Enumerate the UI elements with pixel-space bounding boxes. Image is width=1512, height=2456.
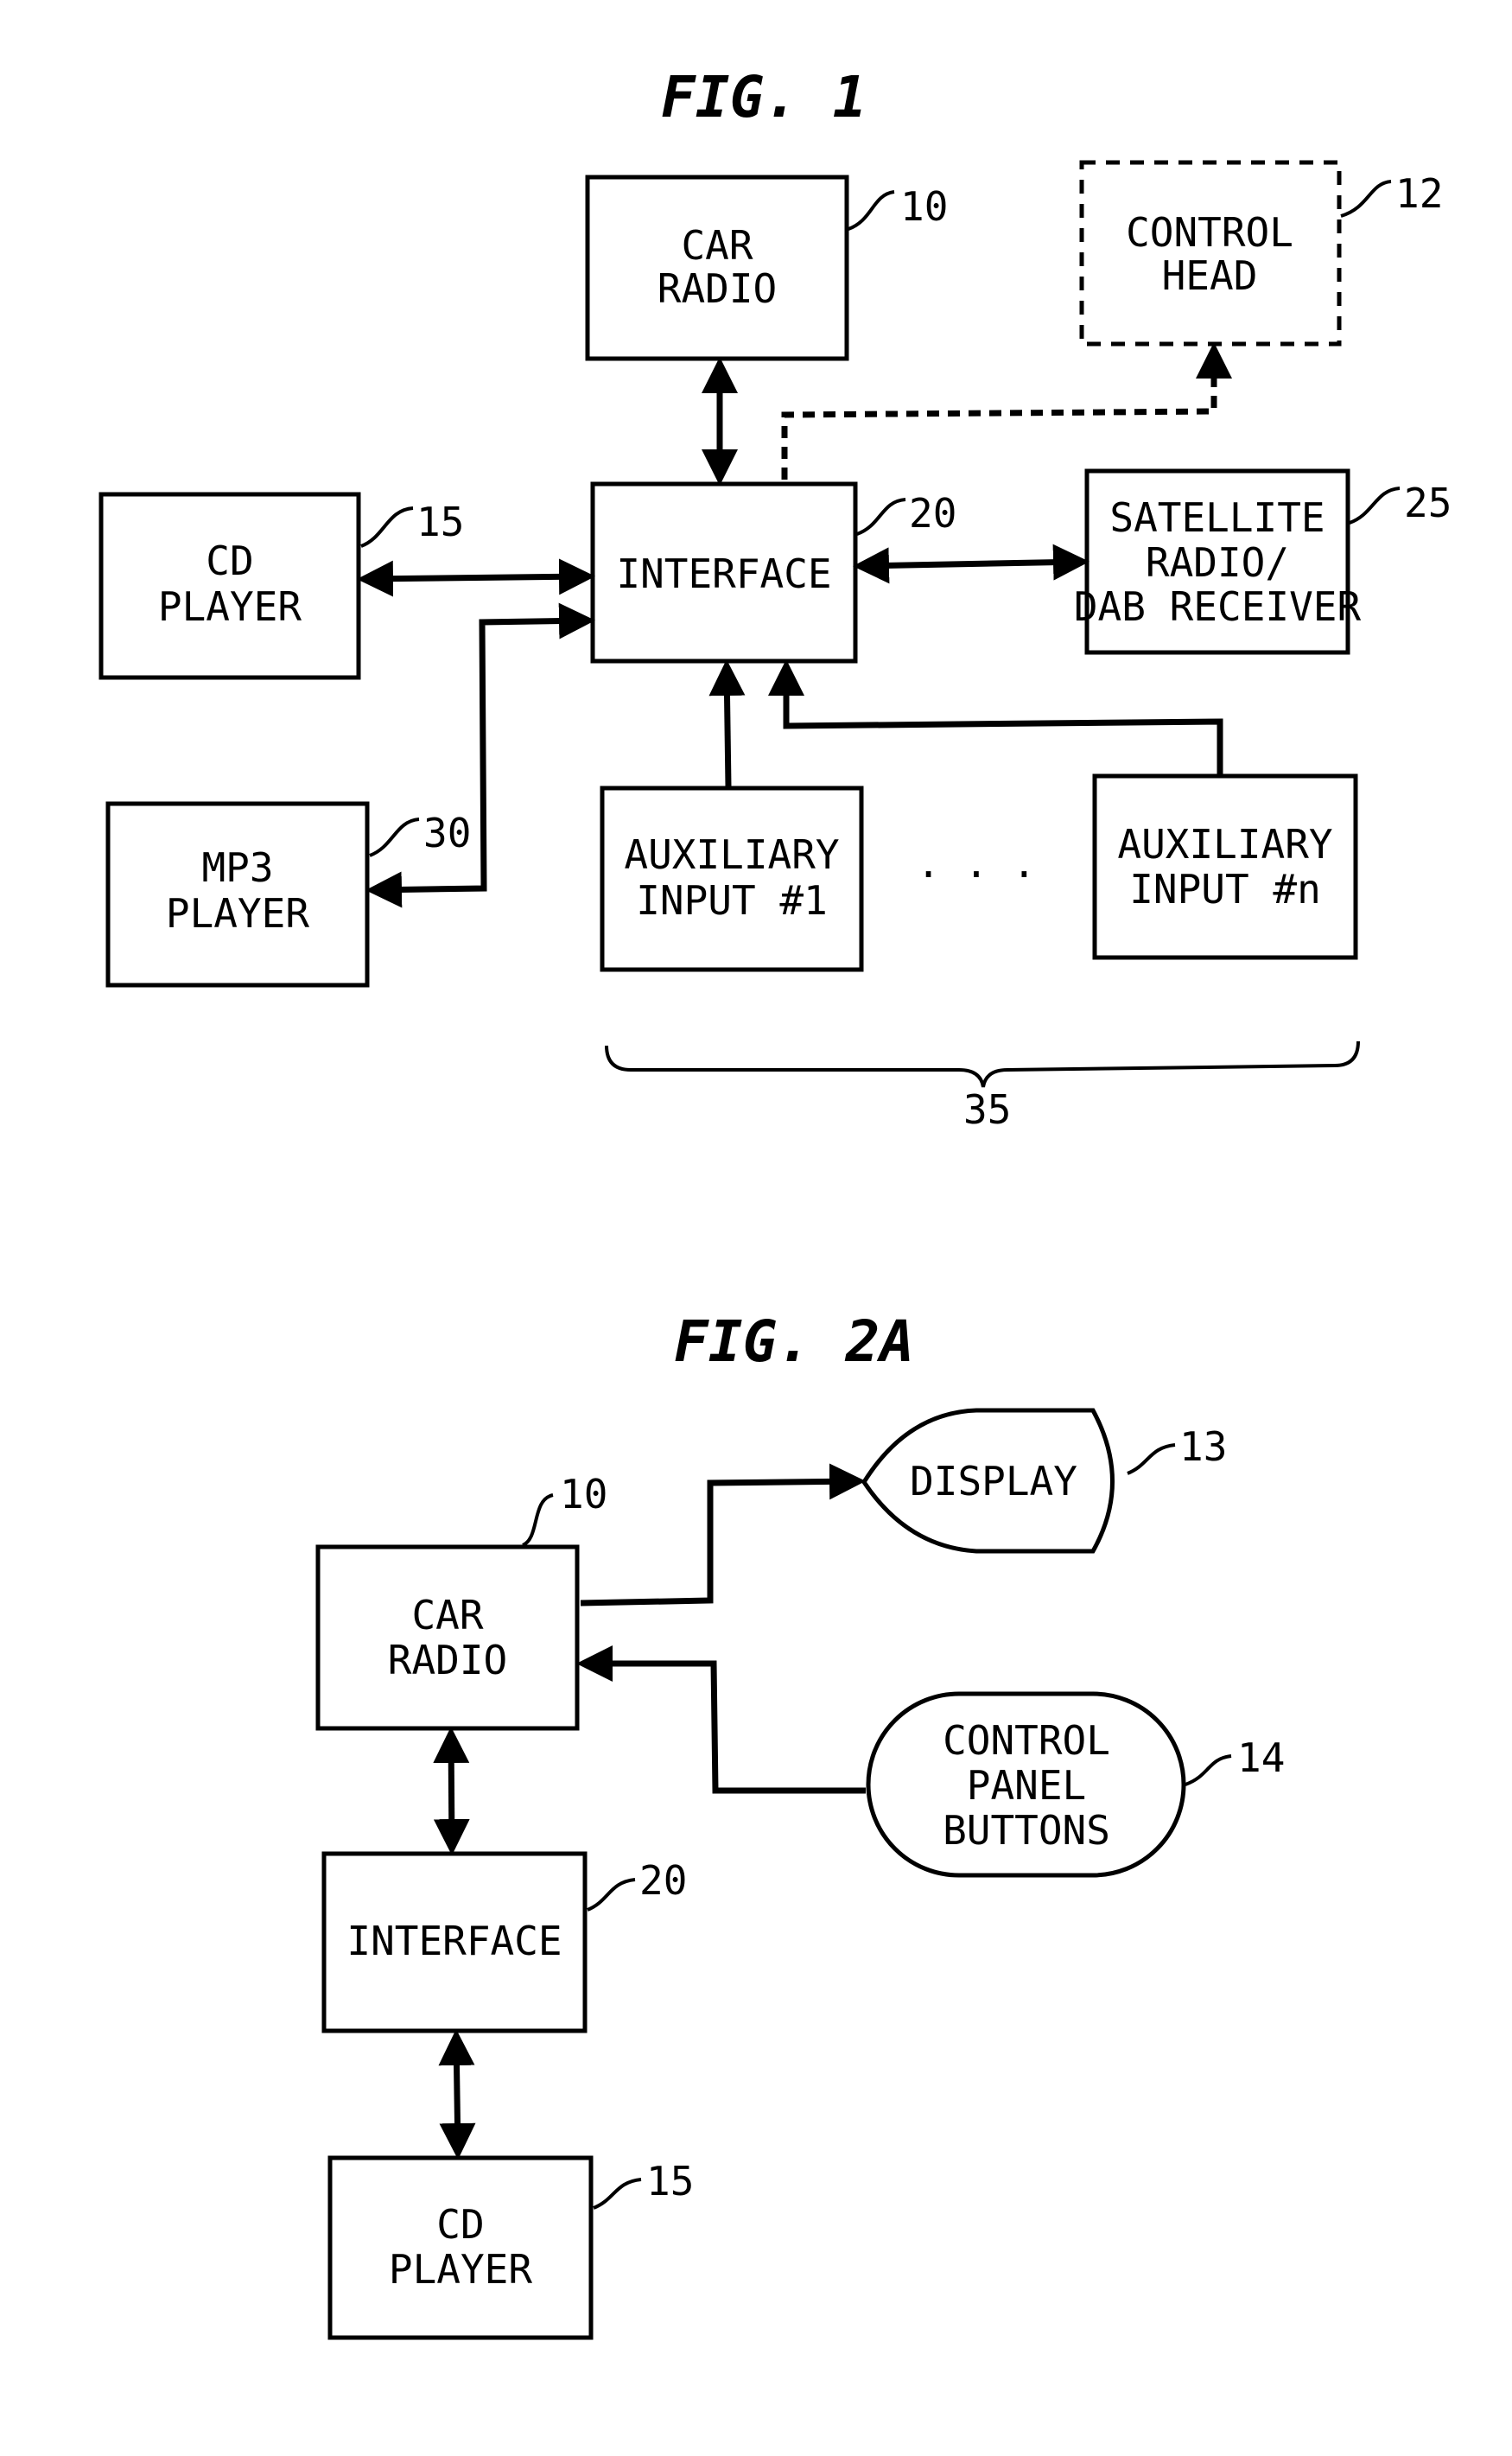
display-label: DISPLAY [910, 1458, 1077, 1505]
fig2a-cd-player-block: CD PLAYER 15 [327, 2155, 694, 2340]
fig2a-interface-ref: 20 [639, 1857, 687, 1904]
patent-drawing-sheet: FIG. 1 CAR RADIO 10 CONTROL HEAD 12 CD P… [0, 0, 1512, 2456]
fig1-cd-player-block: CD PLAYER 15 [98, 492, 464, 680]
display-ref: 13 [1179, 1423, 1227, 1470]
aux1-label-2: INPUT #1 [636, 877, 828, 924]
fig2a-car-radio-label-1: CAR [411, 1592, 483, 1638]
control-panel-ref: 14 [1237, 1734, 1285, 1781]
control-panel-label-2: PANEL [967, 1762, 1086, 1809]
auxn-label-1: AUXILIARY [1117, 821, 1332, 868]
fig2a-cd-ref: 15 [646, 2158, 694, 2205]
wire-radio-interface-2a [433, 1727, 470, 1855]
fig2a-interface-label: INTERFACE [346, 1918, 562, 1964]
fig2a-interface-block: INTERFACE 20 [321, 1851, 687, 2033]
fig2a-control-panel-block: CONTROL PANEL BUTTONS 14 [866, 1691, 1285, 1878]
satellite-label-2: RADIO/ [1146, 539, 1289, 586]
car-radio-label-2: RADIO [658, 265, 777, 312]
aux-group-ref: 35 [963, 1086, 1011, 1133]
wire-interface-control-head [781, 342, 1232, 480]
fig1-title: FIG. 1 [661, 64, 867, 130]
wire-aux1-interface [708, 659, 746, 787]
aux1-label-1: AUXILIARY [624, 831, 839, 878]
mp3-label-1: MP3 [201, 844, 273, 891]
fig1-control-head-block: CONTROL HEAD 12 [1079, 160, 1443, 347]
fig2a-car-radio-block: CAR RADIO 10 [315, 1471, 607, 1731]
cd-player-label-1: CD [206, 538, 253, 584]
control-panel-label-3: BUTTONS [943, 1807, 1110, 1854]
wire-interface-cd-2a [438, 2029, 476, 2160]
mp3-ref: 30 [423, 810, 471, 856]
wire-mp3-interface [365, 602, 595, 908]
satellite-ref: 25 [1404, 480, 1452, 526]
aux-group-brace [605, 1040, 1360, 1088]
fig1-aux-input-n-block: AUXILIARY INPUT #n [1092, 773, 1358, 960]
satellite-label-3: DAB RECEIVER [1074, 583, 1362, 630]
fig1-satellite-receiver-block: SATELLITE RADIO/ DAB RECEIVER 25 [1074, 468, 1452, 655]
control-head-label-2: HEAD [1162, 252, 1258, 299]
control-head-ref: 12 [1395, 170, 1443, 217]
wire-auxn-interface [768, 659, 1223, 774]
cd-player-ref: 15 [416, 499, 464, 545]
wire-controlpanel-radio [576, 1645, 866, 1794]
fig2a-cd-label-2: PLAYER [389, 2246, 532, 2293]
diagram-svg: FIG. 1 CAR RADIO 10 CONTROL HEAD 12 CD P… [98, 64, 1452, 2340]
fig1-interface-block: INTERFACE 20 [590, 481, 956, 664]
fig1-car-radio-block: CAR RADIO 10 [585, 175, 948, 361]
fig2a-display-block: DISPLAY 13 [861, 1408, 1227, 1554]
control-panel-label-1: CONTROL [943, 1717, 1110, 1764]
auxn-label-2: INPUT #n [1129, 866, 1321, 913]
fig2a-cd-label-1: CD [436, 2201, 484, 2248]
cd-player-label-2: PLAYER [158, 583, 302, 630]
wire-cd-interface [357, 558, 595, 597]
interface-ref: 20 [909, 490, 956, 537]
control-head-label-1: CONTROL [1126, 209, 1293, 256]
fig1-mp3-player-block: MP3 PLAYER 30 [105, 801, 471, 988]
fig2a-car-radio-ref: 10 [560, 1471, 607, 1518]
interface-label: INTERFACE [616, 550, 831, 597]
fig2a-title: FIG. 2A [674, 1308, 914, 1375]
satellite-label-1: SATELLITE [1109, 494, 1325, 541]
car-radio-ref: 10 [900, 183, 948, 230]
car-radio-label-1: CAR [681, 222, 753, 269]
mp3-label-2: PLAYER [166, 890, 309, 937]
fig1-aux-input-1-block: AUXILIARY INPUT #1 [600, 786, 864, 972]
ellipsis: . . . [917, 840, 1036, 887]
wire-radio-display [580, 1463, 866, 1607]
fig2a-car-radio-label-2: RADIO [388, 1637, 507, 1683]
wire-interface-satellite [853, 544, 1090, 584]
